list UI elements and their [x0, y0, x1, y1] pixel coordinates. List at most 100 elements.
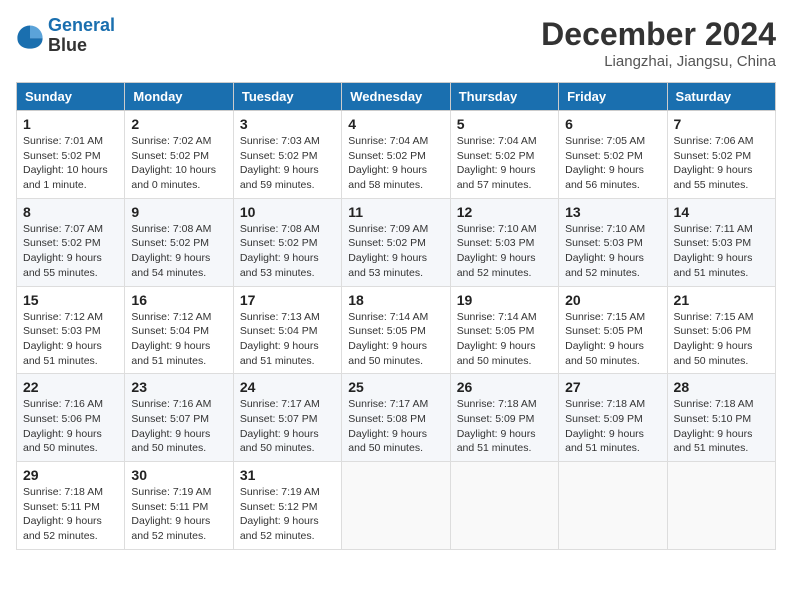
- calendar-cell: 5 Sunrise: 7:04 AMSunset: 5:02 PMDaylight…: [450, 111, 558, 199]
- calendar-week-row: 1 Sunrise: 7:01 AMSunset: 5:02 PMDaylight…: [17, 111, 776, 199]
- weekday-header: Friday: [559, 83, 667, 111]
- day-info: Sunrise: 7:19 AMSunset: 5:12 PMDaylight:…: [240, 485, 335, 544]
- calendar-cell: 19Sunrise: 7:14 AMSunset: 5:05 PMDayligh…: [450, 286, 558, 374]
- day-info: Sunrise: 7:14 AMSunset: 5:05 PMDaylight:…: [348, 310, 443, 369]
- day-info: Sunrise: 7:05 AMSunset: 5:02 PMDaylight:…: [565, 134, 660, 193]
- day-number: 30: [131, 467, 226, 483]
- calendar-week-row: 29 Sunrise: 7:18 AMSunset: 5:11 PMDayligh…: [17, 462, 776, 550]
- calendar-cell: 11 Sunrise: 7:09 AMSunset: 5:02 PMDayligh…: [342, 198, 450, 286]
- day-info: Sunrise: 7:01 AMSunset: 5:02 PMDaylight:…: [23, 134, 118, 193]
- day-number: 5: [457, 116, 552, 132]
- day-info: Sunrise: 7:12 AMSunset: 5:04 PMDaylight:…: [131, 310, 226, 369]
- day-number: 20: [565, 292, 660, 308]
- calendar-cell: 24 Sunrise: 7:17 AMSunset: 5:07 PMDayligh…: [233, 374, 341, 462]
- calendar-cell: 12 Sunrise: 7:10 AMSunset: 5:03 PMDayligh…: [450, 198, 558, 286]
- day-number: 17: [240, 292, 335, 308]
- calendar-cell: 7 Sunrise: 7:06 AMSunset: 5:02 PMDaylight…: [667, 111, 775, 199]
- calendar-cell: 30 Sunrise: 7:19 AMSunset: 5:11 PMDayligh…: [125, 462, 233, 550]
- calendar-cell: [342, 462, 450, 550]
- day-number: 14: [674, 204, 769, 220]
- day-info: Sunrise: 7:07 AMSunset: 5:02 PMDaylight:…: [23, 222, 118, 281]
- day-info: Sunrise: 7:18 AMSunset: 5:09 PMDaylight:…: [457, 397, 552, 456]
- page-header: GeneralBlue December 2024 Liangzhai, Jia…: [16, 16, 776, 70]
- day-info: Sunrise: 7:10 AMSunset: 5:03 PMDaylight:…: [457, 222, 552, 281]
- day-number: 31: [240, 467, 335, 483]
- day-number: 13: [565, 204, 660, 220]
- day-number: 16: [131, 292, 226, 308]
- day-number: 22: [23, 379, 118, 395]
- weekday-row: SundayMondayTuesdayWednesdayThursdayFrid…: [17, 83, 776, 111]
- calendar-cell: 14Sunrise: 7:11 AMSunset: 5:03 PMDayligh…: [667, 198, 775, 286]
- calendar-cell: 25 Sunrise: 7:17 AMSunset: 5:08 PMDayligh…: [342, 374, 450, 462]
- calendar-cell: 21 Sunrise: 7:15 AMSunset: 5:06 PMDayligh…: [667, 286, 775, 374]
- calendar-cell: 31 Sunrise: 7:19 AMSunset: 5:12 PMDayligh…: [233, 462, 341, 550]
- day-info: Sunrise: 7:15 AMSunset: 5:06 PMDaylight:…: [674, 310, 769, 369]
- day-number: 27: [565, 379, 660, 395]
- location-subtitle: Liangzhai, Jiangsu, China: [541, 53, 776, 70]
- month-title: December 2024: [541, 16, 776, 53]
- calendar-cell: 20 Sunrise: 7:15 AMSunset: 5:05 PMDayligh…: [559, 286, 667, 374]
- weekday-header: Saturday: [667, 83, 775, 111]
- day-number: 19: [457, 292, 552, 308]
- logo-text: GeneralBlue: [48, 16, 115, 56]
- day-number: 10: [240, 204, 335, 220]
- day-number: 7: [674, 116, 769, 132]
- calendar-cell: 18 Sunrise: 7:14 AMSunset: 5:05 PMDayligh…: [342, 286, 450, 374]
- day-number: 23: [131, 379, 226, 395]
- day-info: Sunrise: 7:18 AMSunset: 5:11 PMDaylight:…: [23, 485, 118, 544]
- day-number: 1: [23, 116, 118, 132]
- calendar-week-row: 8Sunrise: 7:07 AMSunset: 5:02 PMDaylight…: [17, 198, 776, 286]
- day-info: Sunrise: 7:16 AMSunset: 5:06 PMDaylight:…: [23, 397, 118, 456]
- day-number: 2: [131, 116, 226, 132]
- calendar-cell: 27 Sunrise: 7:18 AMSunset: 5:09 PMDayligh…: [559, 374, 667, 462]
- calendar-cell: 4Sunrise: 7:04 AMSunset: 5:02 PMDaylight…: [342, 111, 450, 199]
- day-info: Sunrise: 7:08 AMSunset: 5:02 PMDaylight:…: [240, 222, 335, 281]
- day-number: 18: [348, 292, 443, 308]
- logo: GeneralBlue: [16, 16, 115, 56]
- day-number: 21: [674, 292, 769, 308]
- day-number: 29: [23, 467, 118, 483]
- day-info: Sunrise: 7:12 AMSunset: 5:03 PMDaylight:…: [23, 310, 118, 369]
- day-number: 11: [348, 204, 443, 220]
- day-info: Sunrise: 7:15 AMSunset: 5:05 PMDaylight:…: [565, 310, 660, 369]
- day-info: Sunrise: 7:02 AMSunset: 5:02 PMDaylight:…: [131, 134, 226, 193]
- calendar-cell: 22 Sunrise: 7:16 AMSunset: 5:06 PMDayligh…: [17, 374, 125, 462]
- day-number: 25: [348, 379, 443, 395]
- calendar-cell: 8Sunrise: 7:07 AMSunset: 5:02 PMDaylight…: [17, 198, 125, 286]
- calendar-cell: 3Sunrise: 7:03 AMSunset: 5:02 PMDaylight…: [233, 111, 341, 199]
- day-info: Sunrise: 7:06 AMSunset: 5:02 PMDaylight:…: [674, 134, 769, 193]
- day-info: Sunrise: 7:10 AMSunset: 5:03 PMDaylight:…: [565, 222, 660, 281]
- calendar-cell: 2 Sunrise: 7:02 AMSunset: 5:02 PMDaylight…: [125, 111, 233, 199]
- day-info: Sunrise: 7:13 AMSunset: 5:04 PMDaylight:…: [240, 310, 335, 369]
- weekday-header: Thursday: [450, 83, 558, 111]
- day-number: 15: [23, 292, 118, 308]
- calendar-cell: 29 Sunrise: 7:18 AMSunset: 5:11 PMDayligh…: [17, 462, 125, 550]
- day-number: 28: [674, 379, 769, 395]
- day-info: Sunrise: 7:04 AMSunset: 5:02 PMDaylight:…: [457, 134, 552, 193]
- day-number: 3: [240, 116, 335, 132]
- day-info: Sunrise: 7:08 AMSunset: 5:02 PMDaylight:…: [131, 222, 226, 281]
- calendar-body: 1 Sunrise: 7:01 AMSunset: 5:02 PMDaylight…: [17, 111, 776, 550]
- day-number: 12: [457, 204, 552, 220]
- calendar-week-row: 15 Sunrise: 7:12 AMSunset: 5:03 PMDayligh…: [17, 286, 776, 374]
- weekday-header: Sunday: [17, 83, 125, 111]
- day-info: Sunrise: 7:17 AMSunset: 5:07 PMDaylight:…: [240, 397, 335, 456]
- day-info: Sunrise: 7:09 AMSunset: 5:02 PMDaylight:…: [348, 222, 443, 281]
- day-info: Sunrise: 7:04 AMSunset: 5:02 PMDaylight:…: [348, 134, 443, 193]
- day-number: 24: [240, 379, 335, 395]
- calendar-cell: 13 Sunrise: 7:10 AMSunset: 5:03 PMDayligh…: [559, 198, 667, 286]
- day-info: Sunrise: 7:17 AMSunset: 5:08 PMDaylight:…: [348, 397, 443, 456]
- calendar-cell: [667, 462, 775, 550]
- calendar-cell: 9Sunrise: 7:08 AMSunset: 5:02 PMDaylight…: [125, 198, 233, 286]
- calendar-table: SundayMondayTuesdayWednesdayThursdayFrid…: [16, 82, 776, 550]
- day-number: 6: [565, 116, 660, 132]
- calendar-cell: 16 Sunrise: 7:12 AMSunset: 5:04 PMDayligh…: [125, 286, 233, 374]
- weekday-header: Tuesday: [233, 83, 341, 111]
- calendar-cell: [450, 462, 558, 550]
- calendar-cell: 6 Sunrise: 7:05 AMSunset: 5:02 PMDaylight…: [559, 111, 667, 199]
- day-info: Sunrise: 7:18 AMSunset: 5:09 PMDaylight:…: [565, 397, 660, 456]
- day-info: Sunrise: 7:16 AMSunset: 5:07 PMDaylight:…: [131, 397, 226, 456]
- day-info: Sunrise: 7:19 AMSunset: 5:11 PMDaylight:…: [131, 485, 226, 544]
- calendar-header: SundayMondayTuesdayWednesdayThursdayFrid…: [17, 83, 776, 111]
- calendar-week-row: 22 Sunrise: 7:16 AMSunset: 5:06 PMDayligh…: [17, 374, 776, 462]
